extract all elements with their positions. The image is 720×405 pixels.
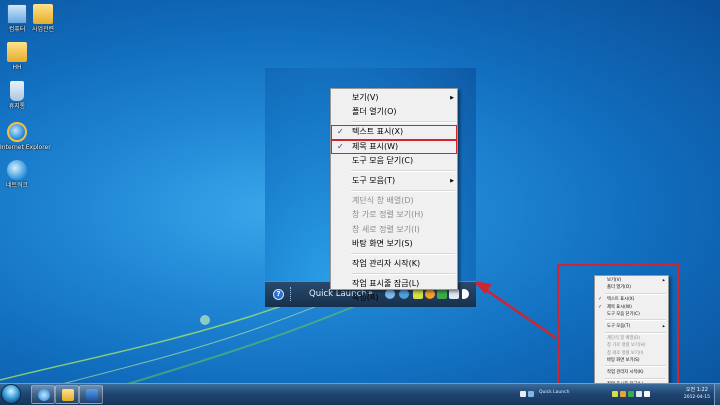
context-menu-item-label: 창 세로 정렬 보기(I) [352,224,420,234]
context-menu-item[interactable]: 폴더 열기(O) [331,105,457,119]
context-menu-item[interactable]: 도구 모음(T) ▶ [331,174,457,188]
context-menu-item[interactable]: ✓ 텍스트 표시(X) [331,125,457,140]
context-menu-item-label: 계단식 창 배열(D) [352,196,414,206]
context-menu-item[interactable]: 작업 표시줄 잠금(L) [331,277,457,291]
computer-icon [7,4,27,24]
taskbar-app-button[interactable] [79,385,103,404]
clock-time: 오전 1:22 [685,387,708,393]
context-menu-item-label: 작업 표시줄 잠금(L) [352,279,420,289]
menu-separator [351,190,455,193]
context-menu-item-label: 텍스트 표시(X) [352,127,404,137]
context-menu-item-label: 폴더 열기(O) [352,107,397,117]
desktop-icon-network[interactable]: 네트워크 [0,160,34,189]
internet-explorer-icon [7,122,27,142]
folder-icon [33,4,53,24]
menu-separator [351,121,455,124]
context-menu-item: 창 세로 정렬 보기(I) [331,223,457,237]
context-menu-item[interactable]: 작업 관리자 시작(K) [331,257,457,271]
taskbar-quick-launch-label: Quick Launch [539,390,570,395]
callout-arrow-head [474,281,492,294]
folder-icon [7,42,27,62]
app-icon [86,389,98,401]
language-indicator-icon[interactable] [520,391,526,397]
context-menu-item[interactable]: 보기(V) ▶ [331,91,457,105]
tray-app-icon[interactable] [612,391,618,397]
context-menu-item[interactable]: 속성(R) [331,291,457,305]
context-menu-item[interactable]: ✓ 제목 표시(W) [331,139,457,154]
context-menu-item-label: 속성(R) [352,293,379,303]
checkmark-icon: ✓ [337,141,344,151]
desktop-icon-label: 네트워크 [5,182,29,189]
desktop-icon-internet-explorer[interactable]: Internet Explorer [0,122,51,151]
desktop-icon-label: 휴지통 [8,103,26,110]
volume-icon[interactable] [462,289,469,299]
context-menu-item[interactable]: 바탕 화면 보기(S) [331,237,457,251]
volume-icon[interactable] [644,391,650,397]
taskbar-context-menu: 보기(V) ▶ 폴더 열기(O) ✓ 텍스트 표시(X) ✓ 제목 표시(W) 도구 모음 닫… [330,88,458,302]
toolbar-grip[interactable] [290,287,292,301]
desktop-icon-label: 사업관련 [31,26,55,33]
taskbar-ie-button[interactable] [31,385,55,404]
start-button[interactable] [1,384,21,404]
context-menu-item: 창 가로 정렬 보기(H) [331,208,457,222]
taskbar: Quick Launch 오전 1:22 2012-04-15 [0,383,720,405]
show-desktop-button[interactable] [714,384,720,405]
context-menu-item-label: 작업 관리자 시작(K) [352,258,421,268]
recycle-bin-icon [10,81,24,101]
submenu-arrow-icon: ▶ [450,95,454,101]
context-menu-item-label: 제목 표시(W) [352,141,399,151]
checkmark-icon: ✓ [337,127,344,137]
network-tray-icon[interactable] [636,391,642,397]
tray-app-icon[interactable] [620,391,626,397]
desktop-icon-label: HH [12,64,22,71]
submenu-arrow-icon: ▶ [450,177,454,184]
menu-separator [351,252,455,255]
context-menu-item-label: 보기(V) [352,93,379,102]
desktop-icon-label: Internet Explorer [0,144,51,151]
menu-separator [351,169,455,172]
clock-date: 2012-04-15 [683,395,710,400]
network-icon [7,160,27,180]
help-icon[interactable]: ? [273,289,284,300]
callout-arrow-line [475,281,557,340]
ime-icon[interactable] [528,391,534,397]
tray-app-icon[interactable] [628,391,634,397]
folder-icon [62,389,74,401]
context-menu-item-label: 창 가로 정렬 보기(H) [352,210,424,220]
context-menu-item-label: 도구 모음 닫기(C) [352,155,414,165]
context-menu-item-label: 도구 모음(T) [352,175,396,185]
desktop-icon-business-folder[interactable]: 사업관련 [26,4,60,33]
desktop-icon-recycle-bin[interactable]: 휴지통 [0,81,34,110]
taskbar-explorer-button[interactable] [55,385,79,404]
context-menu-item: 계단식 창 배열(D) [331,194,457,208]
desktop-icon-hh-folder[interactable]: HH [0,42,34,71]
context-menu-item-label: 바탕 화면 보기(S) [352,238,413,248]
menu-separator [351,273,455,276]
internet-explorer-icon [38,389,50,401]
system-clock[interactable]: 오전 1:22 2012-04-15 [684,387,710,401]
context-menu-item[interactable]: 도구 모음 닫기(C) [331,154,457,168]
